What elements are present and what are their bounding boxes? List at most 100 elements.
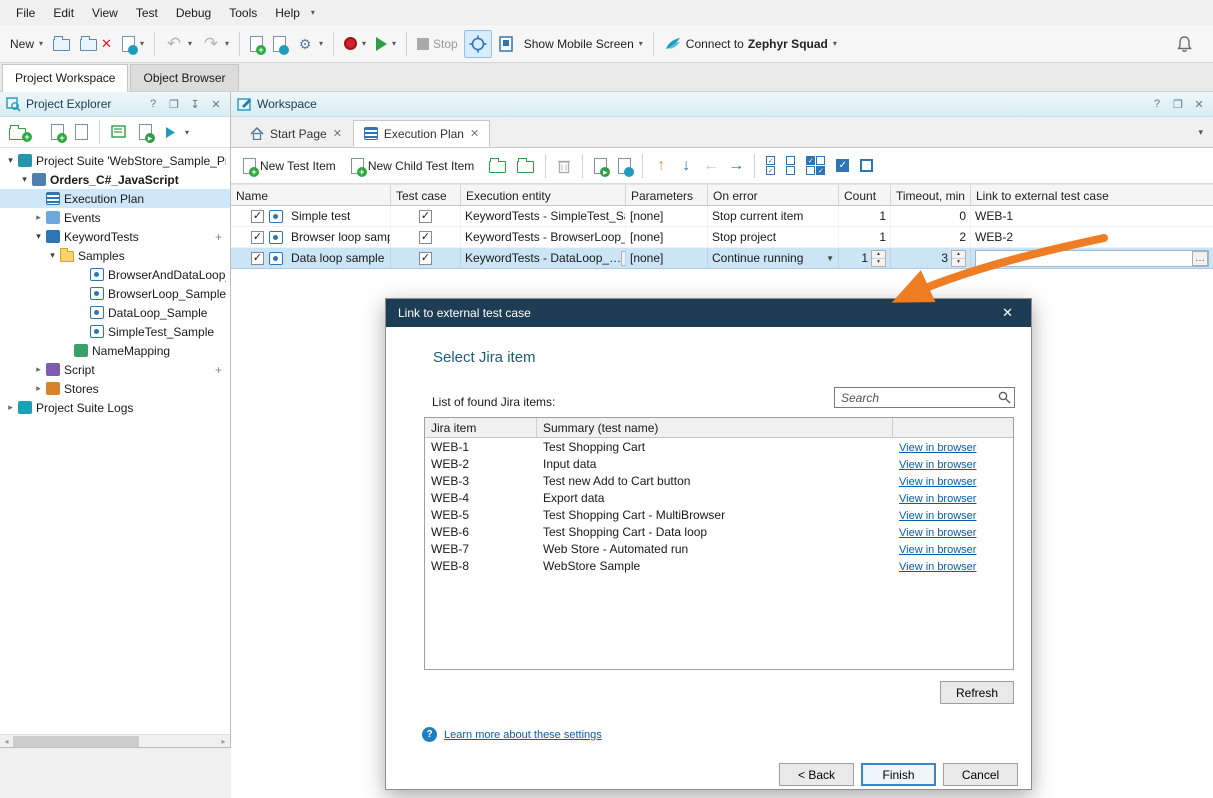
on-error-dropdown[interactable]: Continue running: [712, 251, 803, 265]
column-header-count[interactable]: Count: [839, 185, 891, 205]
back-button[interactable]: < Back: [779, 763, 854, 786]
add-project-suite-button[interactable]: +: [5, 118, 44, 146]
record-test-button[interactable]: ▾: [340, 30, 370, 58]
import-items-button[interactable]: [614, 152, 635, 180]
add-item-button[interactable]: [485, 152, 510, 180]
save-button[interactable]: ▾: [118, 30, 148, 58]
run-project-button[interactable]: ▸: [135, 118, 156, 146]
expander-closed-icon[interactable]: ▸: [32, 364, 45, 375]
table-row[interactable]: Simple test KeywordTests - SimpleTest_Sa…: [231, 206, 1213, 227]
new-button[interactable]: New ▾: [6, 30, 47, 58]
column-header-link[interactable]: Link to external test case: [971, 185, 1213, 205]
ellipsis-button[interactable]: …: [1192, 251, 1208, 266]
view-in-browser-link[interactable]: View in browser: [899, 459, 976, 471]
maximize-icon[interactable]: ❐: [1170, 98, 1186, 111]
tree-item-project-suite[interactable]: ▾Project Suite 'WebStore_Sample_Proje: [0, 151, 230, 170]
move-up-icon[interactable]: ↑: [650, 157, 672, 175]
expander-open-icon[interactable]: ▾: [18, 174, 31, 185]
uncheck-all-button[interactable]: [782, 152, 799, 180]
group-items-button[interactable]: [856, 152, 877, 180]
notifications-button[interactable]: [1172, 30, 1197, 58]
timeout-stepper[interactable]: ▲▼: [951, 250, 966, 267]
tree-item-stores[interactable]: ▸Stores: [0, 379, 230, 398]
open-file-button[interactable]: [71, 118, 92, 146]
column-header-on-error[interactable]: On error: [708, 185, 839, 205]
expander-closed-icon[interactable]: ▸: [32, 212, 45, 223]
test-case-checkbox[interactable]: [419, 210, 432, 223]
column-header-jira-item[interactable]: Jira item: [425, 418, 537, 437]
scrollbar-thumb[interactable]: [13, 736, 139, 747]
add-file-button[interactable]: +: [47, 118, 68, 146]
tree-item-namemapping[interactable]: NameMapping: [0, 341, 230, 360]
view-in-browser-link[interactable]: View in browser: [899, 561, 976, 573]
column-header-summary[interactable]: Summary (test name): [537, 418, 893, 437]
show-mobile-screen-button[interactable]: Show Mobile Screen ▾: [520, 30, 647, 58]
tree-item-script[interactable]: ▸Script+: [0, 360, 230, 379]
tree-item-keywordtests[interactable]: ▾KeywordTests+: [0, 227, 230, 246]
add-child-icon[interactable]: +: [215, 363, 226, 377]
tab-project-workspace[interactable]: Project Workspace: [2, 64, 128, 92]
jira-row[interactable]: WEB-4Export dataView in browser: [425, 489, 1013, 506]
expander-closed-icon[interactable]: ▸: [32, 383, 45, 394]
tab-start-page[interactable]: Start Page ✕: [239, 120, 353, 147]
jira-row[interactable]: WEB-2Input dataView in browser: [425, 455, 1013, 472]
jira-row[interactable]: WEB-8WebStore SampleView in browser: [425, 557, 1013, 574]
move-right-icon[interactable]: →: [725, 157, 747, 175]
move-left-icon[interactable]: ←: [700, 157, 722, 175]
delete-item-button[interactable]: [553, 152, 575, 180]
new-child-test-item-button[interactable]: + New Child Test Item: [347, 152, 482, 180]
test-case-checkbox[interactable]: [419, 231, 432, 244]
tree-item-test[interactable]: BrowserAndDataLoop_: [0, 265, 230, 284]
tree-item-execution-plan[interactable]: Execution Plan: [0, 189, 230, 208]
column-header-parameters[interactable]: Parameters: [626, 185, 708, 205]
expander-open-icon[interactable]: ▾: [46, 250, 59, 261]
help-icon[interactable]: ?: [145, 98, 161, 110]
run-test-button[interactable]: ▾: [372, 30, 400, 58]
redo-button[interactable]: ↷▾: [198, 30, 233, 58]
tab-execution-plan[interactable]: Execution Plan ✕: [353, 120, 490, 147]
tab-overflow-icon[interactable]: ▾: [1198, 127, 1203, 138]
close-tab-icon[interactable]: ✕: [333, 127, 342, 140]
jira-row[interactable]: WEB-1Test Shopping CartView in browser: [425, 438, 1013, 455]
object-spy-button[interactable]: [464, 30, 492, 58]
view-in-browser-link[interactable]: View in browser: [899, 493, 976, 505]
column-header-test-case[interactable]: Test case: [391, 185, 461, 205]
move-down-icon[interactable]: ↓: [675, 157, 697, 175]
horizontal-scrollbar[interactable]: ◂ ▸: [0, 734, 230, 747]
run-suite-button[interactable]: ▾: [159, 118, 193, 146]
scroll-right-icon[interactable]: ▸: [217, 737, 230, 746]
undo-button[interactable]: ↶▾: [161, 30, 196, 58]
close-project-button[interactable]: ✕: [76, 30, 116, 58]
tree-item-project-suite-logs[interactable]: ▸Project Suite Logs: [0, 398, 230, 417]
expander-open-icon[interactable]: ▾: [32, 231, 45, 242]
check-children-button[interactable]: ✓✓: [802, 152, 829, 180]
view-logs-button[interactable]: [107, 118, 132, 146]
table-row-selected[interactable]: Data loop sample KeywordTests - DataLoop…: [231, 248, 1213, 269]
open-project-button[interactable]: [49, 30, 74, 58]
column-header-name[interactable]: Name: [231, 185, 391, 205]
column-header-execution-entity[interactable]: Execution entity: [461, 185, 626, 205]
cancel-button[interactable]: Cancel: [943, 763, 1018, 786]
link-editor[interactable]: …: [975, 250, 1209, 267]
close-icon[interactable]: ✕: [996, 303, 1019, 323]
jira-row[interactable]: WEB-7Web Store - Automated runView in br…: [425, 540, 1013, 557]
close-icon[interactable]: ✕: [1191, 98, 1207, 111]
tree-item-test[interactable]: BrowserLoop_Sample: [0, 284, 230, 303]
menu-file[interactable]: File: [8, 3, 43, 23]
search-input[interactable]: [834, 387, 1015, 408]
add-new-item-button[interactable]: +: [246, 30, 267, 58]
checkpoint-wizard-button[interactable]: [269, 30, 290, 58]
scrollbar-track[interactable]: [13, 735, 217, 748]
add-child-item-button[interactable]: [513, 152, 538, 180]
expander-open-icon[interactable]: ▾: [4, 155, 17, 166]
chevron-down-icon[interactable]: ▼: [826, 254, 834, 263]
maximize-icon[interactable]: ❐: [166, 98, 182, 111]
options-button[interactable]: ⚙▾: [292, 30, 327, 58]
pin-icon[interactable]: ↧: [187, 98, 203, 111]
row-checkbox[interactable]: [251, 231, 264, 244]
row-checkbox[interactable]: [251, 252, 264, 265]
close-tab-icon[interactable]: ✕: [470, 127, 479, 140]
test-case-checkbox[interactable]: [419, 252, 432, 265]
scroll-left-icon[interactable]: ◂: [0, 737, 13, 746]
expander-closed-icon[interactable]: ▸: [4, 402, 17, 413]
